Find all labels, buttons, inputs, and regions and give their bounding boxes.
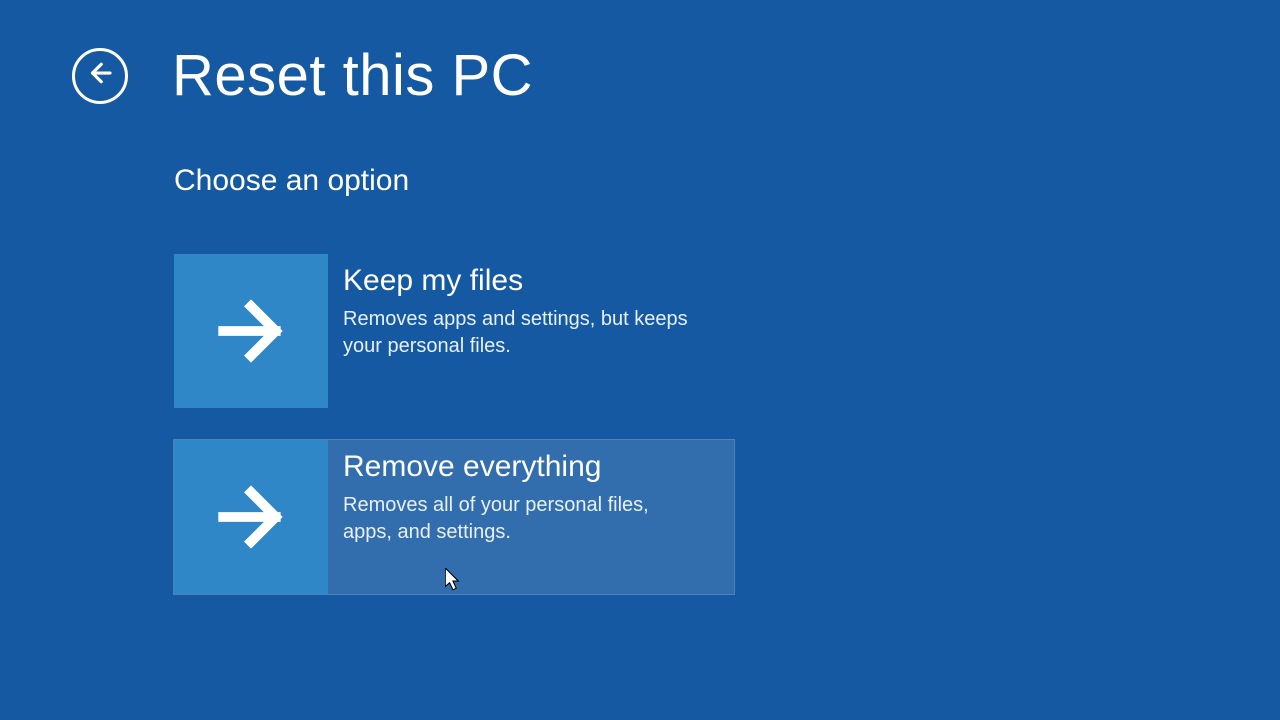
arrow-right-icon — [174, 440, 328, 594]
content-area: Choose an option Keep my files Removes a… — [0, 109, 1280, 594]
option-description: Removes all of your personal files, apps… — [343, 492, 703, 546]
option-keep-files[interactable]: Keep my files Removes apps and settings,… — [174, 254, 734, 408]
arrow-left-icon — [85, 58, 115, 93]
option-text: Remove everything Removes all of your pe… — [343, 440, 703, 546]
back-button[interactable] — [72, 48, 128, 104]
option-title: Remove everything — [343, 450, 703, 484]
arrow-right-icon — [174, 254, 328, 408]
header: Reset this PC — [0, 0, 1280, 109]
subtitle: Choose an option — [174, 164, 1280, 198]
option-title: Keep my files — [343, 264, 703, 298]
page-title: Reset this PC — [172, 42, 533, 109]
option-text: Keep my files Removes apps and settings,… — [343, 254, 703, 360]
option-remove-everything[interactable]: Remove everything Removes all of your pe… — [174, 440, 734, 594]
option-description: Removes apps and settings, but keeps you… — [343, 306, 703, 360]
